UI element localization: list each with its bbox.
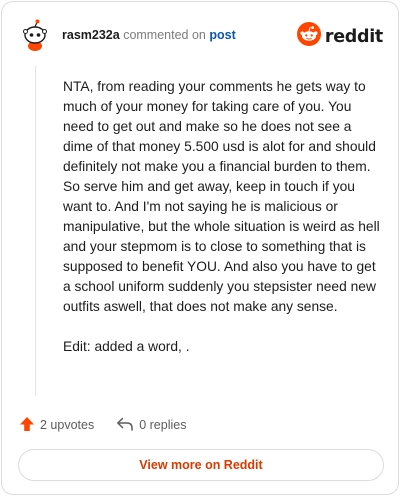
upvote-arrow-icon	[19, 416, 35, 435]
reply-arrow-icon	[116, 416, 134, 435]
commented-on-text: commented on	[123, 28, 206, 42]
reply-count: 0 replies	[139, 418, 187, 432]
view-more-button[interactable]: View more on Reddit	[18, 449, 384, 481]
reddit-brand[interactable]: reddit	[296, 22, 383, 51]
comment-edit-note: Edit: added a word, .	[63, 339, 190, 354]
upvote-count: 2 upvotes	[40, 418, 95, 432]
comment-header: rasm232a commented on post reddit	[2, 2, 398, 66]
author-name[interactable]: rasm232a	[62, 28, 120, 42]
embedded-comment-card: rasm232a commented on post reddit NTA, f…	[1, 1, 399, 495]
post-link[interactable]: post	[209, 28, 235, 42]
comment-paragraph: NTA, from reading your comments he gets …	[63, 79, 380, 314]
comment-body: NTA, from reading your comments he gets …	[63, 77, 381, 377]
replies-button[interactable]: 0 replies	[116, 416, 186, 435]
thread-line	[35, 66, 36, 396]
user-avatar-icon[interactable]	[18, 17, 52, 51]
author-line: rasm232a commented on post	[62, 27, 236, 43]
comment-actions: 2 upvotes 0 replies	[19, 415, 186, 435]
upvote-button[interactable]: 2 upvotes	[19, 416, 94, 435]
reddit-wordmark: reddit	[324, 26, 383, 47]
reddit-logo-icon	[296, 22, 321, 51]
